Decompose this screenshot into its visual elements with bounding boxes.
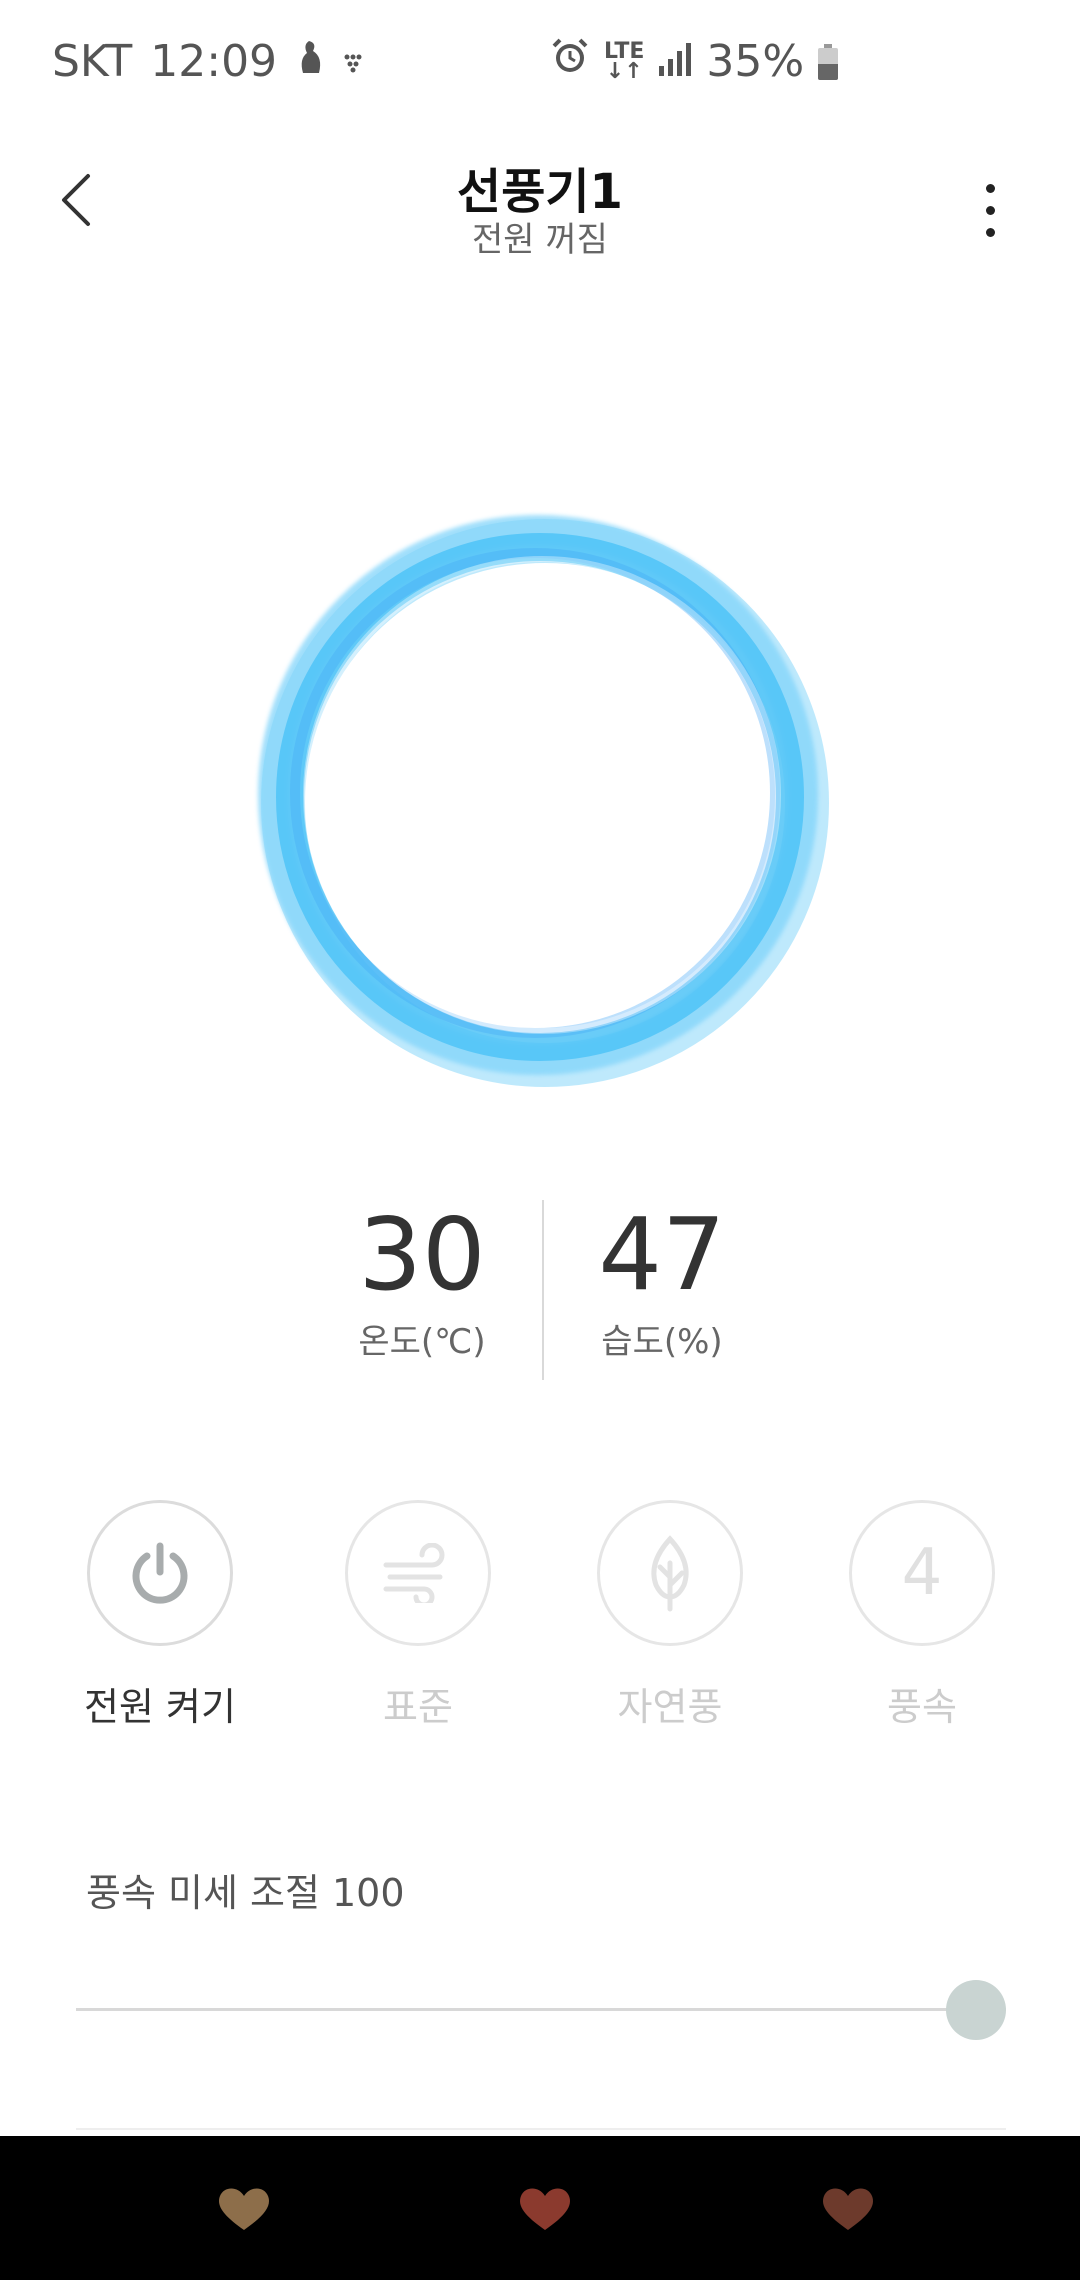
status-bar: SKT 12:09 LTE ↓↑ 35% [0,0,1080,130]
lte-data-icon: LTE ↓↑ [604,38,645,84]
power-icon [132,1542,188,1604]
speed-control[interactable]: 4 풍속 [812,1500,1032,1731]
reading-divider [542,1200,544,1380]
status-right: LTE ↓↑ 35% [550,36,839,87]
mode-button[interactable] [345,1500,491,1646]
natural-wind-label: 자연풍 [617,1685,723,1729]
power-button[interactable] [87,1500,233,1646]
speed-value: 4 [901,1536,943,1610]
fine-speed-label: 풍속 미세 조절 100 [86,1871,405,1915]
signal-icon [658,36,692,87]
power-label: 전원 켜기 [84,1685,236,1729]
nav-back-button[interactable] [818,2184,878,2234]
navigation-bar [0,2136,1080,2280]
divider [76,2128,1006,2130]
heart-icon [520,2188,570,2230]
network-label: LTE [604,38,645,64]
humidity-reading: 47 습도(%) [562,1200,762,1363]
app-header: 선풍기1 전원 꺼짐 [0,130,1080,280]
more-options-button[interactable] [960,170,1020,250]
temperature-label: 온도(℃) [358,1322,486,1362]
slider-thumb[interactable] [946,1980,1006,2040]
battery-icon [818,43,839,80]
temperature-reading: 30 온도(℃) [322,1200,522,1363]
natural-wind-control[interactable]: 자연풍 [560,1500,780,1731]
humidity-label: 습도(%) [601,1322,723,1362]
nav-home-button[interactable] [515,2184,575,2234]
natural-wind-button[interactable] [597,1500,743,1646]
carrier-label: SKT [52,36,133,87]
status-left: SKT 12:09 [52,36,363,87]
more-dot-icon [986,184,995,193]
dots-icon [343,41,363,82]
humidity-value: 47 [598,1196,726,1313]
device-status: 전원 꺼짐 [472,220,608,260]
control-buttons: 전원 켜기 표준 자연풍 4 풍속 [0,1500,1080,1740]
more-dot-icon [986,228,995,237]
fan-ring-graphic [258,515,829,1087]
speed-button[interactable]: 4 [849,1500,995,1646]
fine-speed-slider[interactable] [76,1978,1006,2042]
nav-recents-button[interactable] [214,2184,274,2234]
sensor-readings: 30 온도(℃) 47 습도(%) [0,1200,1080,1390]
heart-icon [219,2188,269,2230]
temperature-value: 30 [358,1196,486,1313]
more-dot-icon [986,206,995,215]
clock-label: 12:09 [150,36,278,87]
slider-track[interactable] [76,2008,1006,2011]
alarm-icon [550,36,590,87]
notification-icon [295,39,325,84]
heart-icon [823,2188,873,2230]
fan-ring [240,495,840,1095]
mode-control[interactable]: 표준 [308,1500,528,1731]
power-control[interactable]: 전원 켜기 [50,1500,270,1731]
speed-label: 풍속 [887,1685,957,1729]
mode-label: 표준 [383,1685,453,1729]
wind-icon [383,1543,445,1603]
battery-percent: 35% [706,36,805,87]
leaf-icon [651,1535,689,1612]
